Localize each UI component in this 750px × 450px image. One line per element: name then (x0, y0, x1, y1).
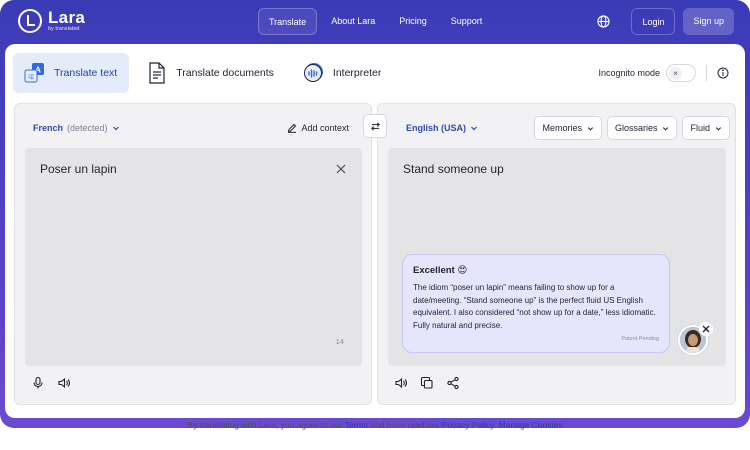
svg-text:ঝ: ঝ (27, 73, 35, 82)
terms-link[interactable]: Terms (345, 420, 368, 430)
tab-interpreter[interactable]: Interpreter (292, 53, 393, 93)
document-icon (145, 61, 169, 85)
chevron-down-icon (715, 126, 722, 131)
tab-translate-documents[interactable]: Translate documents (135, 53, 286, 93)
lara-logo-icon (18, 9, 42, 33)
target-panel: English (USA) Memories Glossaries Fluid … (377, 103, 736, 405)
source-text[interactable]: Poser un lapin (40, 162, 117, 176)
pencil-icon (288, 123, 297, 133)
translator-card: A ঝ Translate text Translate documents I… (5, 44, 745, 418)
feedback-bubble: Excellent 😍 The idiom “poser un lapin” m… (402, 254, 670, 353)
tab-translate-text[interactable]: A ঝ Translate text (13, 53, 130, 93)
chevron-down-icon (587, 126, 594, 131)
patent-label: Patent Pending (621, 336, 659, 342)
source-language-select[interactable]: French (detected) (33, 123, 120, 133)
nav-link-pricing[interactable]: Pricing (389, 8, 437, 35)
login-button[interactable]: Login (631, 8, 676, 35)
clear-text-icon[interactable] (334, 162, 348, 176)
divider (706, 65, 707, 81)
feedback-body: The idiom “poser un lapin” means failing… (413, 283, 656, 330)
feedback-title: Excellent 😍 (413, 265, 468, 276)
tab-label: Translate text (54, 67, 118, 79)
tab-label: Interpreter (332, 67, 382, 79)
brand-logo[interactable]: Lara by translated (18, 9, 85, 33)
signup-button[interactable]: Sign up (683, 8, 734, 35)
char-count: 14 (335, 337, 344, 346)
brand-name: Lara (48, 8, 86, 28)
source-panel: French (detected) Add context Poser un l… (14, 103, 372, 405)
close-icon: × (669, 67, 682, 80)
detected-label: (detected) (67, 123, 108, 133)
source-language: French (33, 123, 64, 133)
incognito-toggle[interactable]: × (666, 64, 696, 82)
info-icon[interactable] (717, 67, 729, 79)
add-context-button[interactable]: Add context (287, 123, 349, 133)
translate-text-icon: A ঝ (23, 61, 47, 85)
swap-languages-button[interactable] (363, 114, 387, 138)
manage-cookies-link[interactable]: Manage Cookies (499, 420, 563, 430)
share-icon[interactable] (446, 376, 460, 390)
speaker-icon[interactable] (57, 376, 71, 390)
interpreter-icon (302, 61, 326, 85)
incognito-control: Incognito mode × (598, 64, 729, 82)
tab-label: Translate documents (176, 67, 274, 79)
nav-link-translate[interactable]: Translate (258, 8, 318, 35)
privacy-link[interactable]: Privacy Policy (442, 420, 494, 430)
glossaries-dropdown[interactable]: Glossaries (606, 116, 678, 140)
globe-icon[interactable] (589, 8, 617, 35)
top-nav: Lara by translated Translate About Lara … (0, 0, 750, 44)
memories-dropdown[interactable]: Memories (534, 116, 602, 140)
chevron-down-icon (112, 126, 119, 131)
swap-icon (370, 121, 380, 131)
target-language: English (USA) (406, 123, 466, 133)
chevron-down-icon (663, 126, 669, 131)
brand-sub: by translated (48, 26, 80, 33)
target-text: Stand someone up (403, 162, 504, 176)
nav-link-about[interactable]: About Lara (321, 8, 385, 35)
mode-tabs: A ঝ Translate text Translate documents I… (13, 53, 393, 93)
legal-notice: By translating with Lara, you agree to o… (187, 420, 563, 430)
add-context-label: Add context (301, 123, 349, 133)
chevron-down-icon (471, 126, 477, 131)
speaker-icon[interactable] (394, 376, 408, 390)
nav-link-support[interactable]: Support (441, 8, 493, 35)
incognito-label: Incognito mode (598, 68, 660, 78)
nav-links: Translate About Lara Pricing Support (258, 8, 492, 35)
close-icon[interactable] (699, 322, 713, 336)
source-text-area[interactable]: Poser un lapin 14 (25, 148, 362, 366)
target-language-select[interactable]: English (USA) (406, 123, 478, 133)
style-dropdown[interactable]: Fluid (682, 116, 730, 140)
copy-icon[interactable] (420, 376, 434, 390)
microphone-icon[interactable] (31, 376, 45, 390)
